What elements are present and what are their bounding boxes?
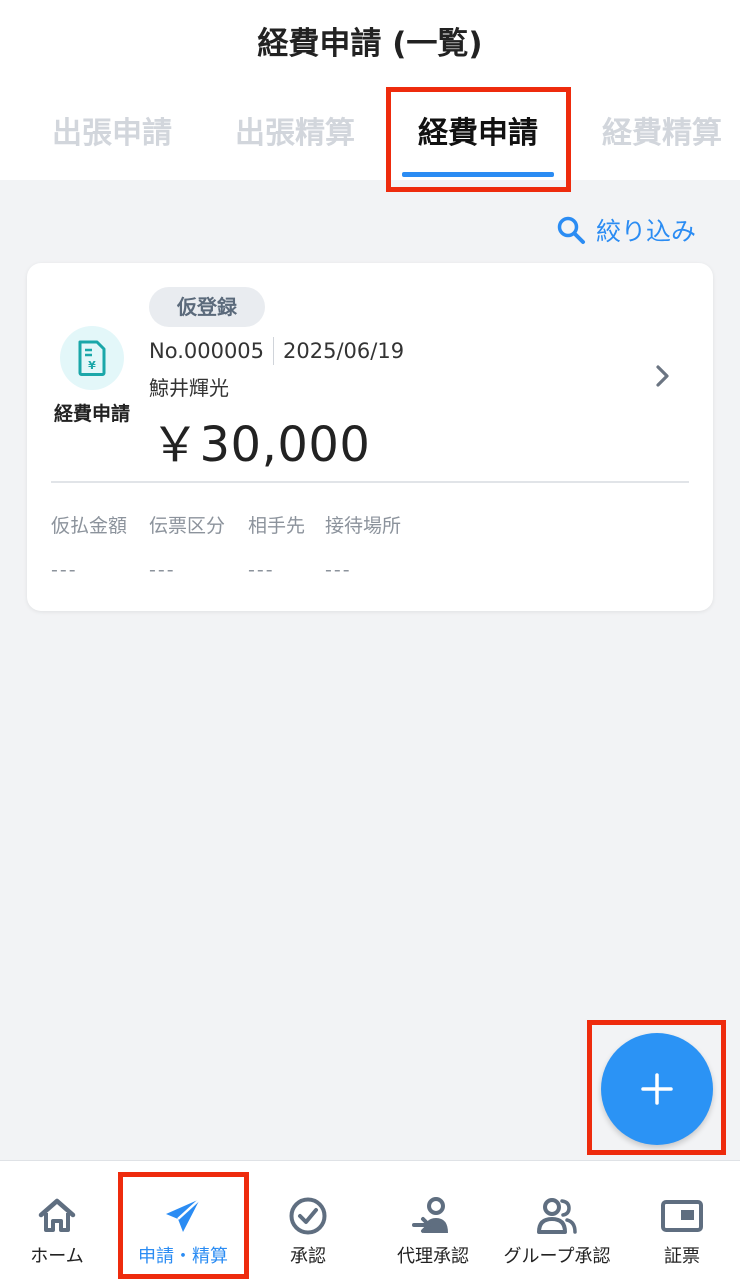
svg-text:¥: ¥ xyxy=(88,359,96,372)
card-type-label: 経費申請 xyxy=(53,403,130,425)
detail-label-voucher-type: 伝票区分 xyxy=(149,515,226,537)
yen-document-icon: ¥ xyxy=(78,340,106,376)
search-icon xyxy=(557,216,585,244)
check-circle-icon xyxy=(289,1197,327,1235)
detail-value-voucher-type: --- xyxy=(149,559,176,581)
detail-value-venue: --- xyxy=(325,559,352,581)
tab-business-trip-settlement[interactable]: 出張精算 xyxy=(235,108,355,152)
header: 経費申請 (一覧) 出張申請 出張精算 経費申請 経費精算 xyxy=(0,0,740,180)
detail-label-advance: 仮払金額 xyxy=(51,515,128,537)
card-divider xyxy=(51,481,689,483)
nav-item-group-approval[interactable]: グループ承認 xyxy=(499,1161,615,1285)
applicant-name: 鯨井輝光 xyxy=(149,376,229,400)
card-meta: No.000005 2025/06/19 xyxy=(149,337,404,365)
page-title: 経費申請 (一覧) xyxy=(257,26,483,62)
bottom-nav: ホーム 申請・精算 承認 代理承認 グループ承認 証票 xyxy=(0,1160,740,1285)
group-icon xyxy=(537,1198,577,1234)
home-icon xyxy=(38,1198,76,1232)
request-number: No.000005 xyxy=(149,339,265,363)
nav-label-group-approval: グループ承認 xyxy=(503,1246,611,1267)
expense-request-card[interactable]: ¥ 経費申請 仮登録 No.000005 2025/06/19 鯨井輝光 ￥30… xyxy=(27,263,713,611)
nav-item-home[interactable]: ホーム xyxy=(18,1161,96,1285)
request-date: 2025/06/19 xyxy=(283,339,405,363)
highlight-box-nav xyxy=(118,1172,249,1279)
highlight-box-add-button xyxy=(587,1020,726,1155)
nav-label-home: ホーム xyxy=(30,1246,84,1267)
card-type-icon-container: ¥ xyxy=(60,326,124,390)
receipt-card-icon xyxy=(661,1200,703,1232)
nav-item-receipts[interactable]: 証票 xyxy=(646,1161,718,1285)
tab-expense-settlement[interactable]: 経費精算 xyxy=(602,108,722,152)
chevron-right-icon xyxy=(656,365,669,387)
status-badge: 仮登録 xyxy=(149,287,265,327)
nav-label-receipts: 証票 xyxy=(664,1246,700,1267)
filter-label: 絞り込み xyxy=(596,217,697,246)
nav-label-approval: 承認 xyxy=(290,1246,326,1267)
nav-item-proxy-approval[interactable]: 代理承認 xyxy=(389,1161,477,1285)
detail-value-advance: --- xyxy=(51,559,78,581)
detail-label-venue: 接待場所 xyxy=(325,515,402,537)
nav-label-proxy-approval: 代理承認 xyxy=(397,1246,469,1267)
filter-button[interactable]: 絞り込み xyxy=(556,210,696,250)
highlight-box-tab xyxy=(386,87,571,192)
amount: ￥30,000 xyxy=(151,417,371,473)
proxy-user-icon xyxy=(412,1197,448,1233)
detail-value-counterparty: --- xyxy=(248,559,275,581)
tab-bar: 出張申請 出張精算 経費申請 経費精算 xyxy=(0,108,740,158)
tab-business-trip-request[interactable]: 出張申請 xyxy=(52,108,172,152)
nav-item-approval[interactable]: 承認 xyxy=(270,1161,346,1285)
detail-label-counterparty: 相手先 xyxy=(248,515,306,537)
meta-separator xyxy=(273,337,275,365)
